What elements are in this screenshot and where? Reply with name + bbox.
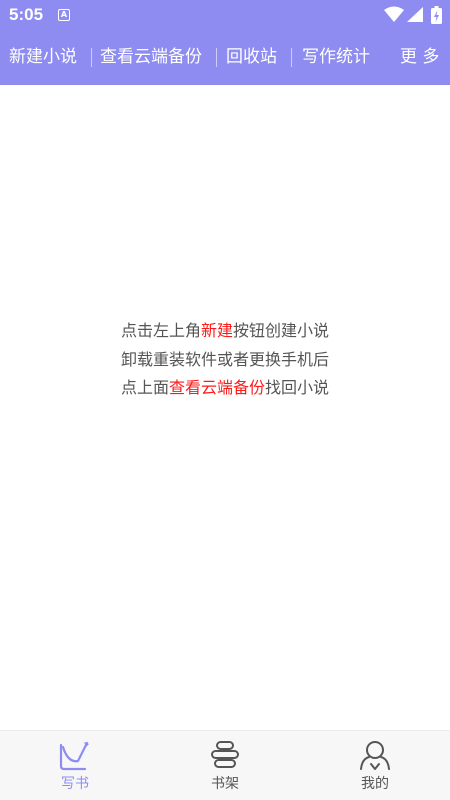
status-bar: 5:05 A: [0, 0, 450, 30]
hint-highlight-cloud-backup: 查看云端备份: [168, 378, 265, 397]
tab-bookshelf[interactable]: 书架: [150, 731, 300, 800]
hint-line-3: 点上面查看云端备份找回小说: [120, 378, 330, 397]
toolbar-divider: [216, 48, 217, 67]
bottom-tab-bar: 写书 书架 我的: [0, 730, 450, 800]
empty-hint: 点击左上角新建按钮创建小说 卸载重装软件或者更换手机后 点上面查看云端备份找回小…: [0, 317, 450, 403]
wifi-icon: [384, 6, 404, 22]
tab-label: 我的: [361, 776, 389, 792]
hint-line-1: 点击左上角新建按钮创建小说: [120, 321, 330, 340]
top-toolbar: 新建小说 查看云端备份 回收站 写作统计 更 多: [0, 30, 450, 85]
new-novel-button[interactable]: 新建小说: [9, 30, 77, 85]
tab-write-book[interactable]: 写书: [0, 731, 150, 800]
hint-line-2: 卸载重装软件或者更换手机后: [120, 349, 329, 369]
a-icon: A: [58, 9, 70, 21]
novel-list-area: 点击左上角新建按钮创建小说 卸载重装软件或者更换手机后 点上面查看云端备份找回小…: [0, 85, 450, 730]
view-cloud-backup-button[interactable]: 查看云端备份: [100, 30, 202, 85]
signal-icon: [407, 7, 423, 22]
tab-label: 写书: [61, 776, 89, 792]
status-time: 5:05: [9, 5, 44, 24]
user-icon: [360, 741, 390, 770]
recycle-bin-button[interactable]: 回收站: [226, 30, 277, 85]
writing-stats-button[interactable]: 写作统计: [302, 30, 370, 85]
hint-highlight-new: 新建: [200, 321, 233, 340]
toolbar-divider: [91, 48, 92, 67]
toolbar-divider: [291, 48, 292, 67]
write-book-icon: [59, 741, 89, 771]
tab-label: 书架: [211, 776, 239, 792]
bookshelf-icon: [211, 741, 239, 768]
battery-icon: [431, 6, 442, 24]
more-button[interactable]: 更 多: [400, 30, 439, 85]
tab-mine[interactable]: 我的: [300, 731, 450, 800]
